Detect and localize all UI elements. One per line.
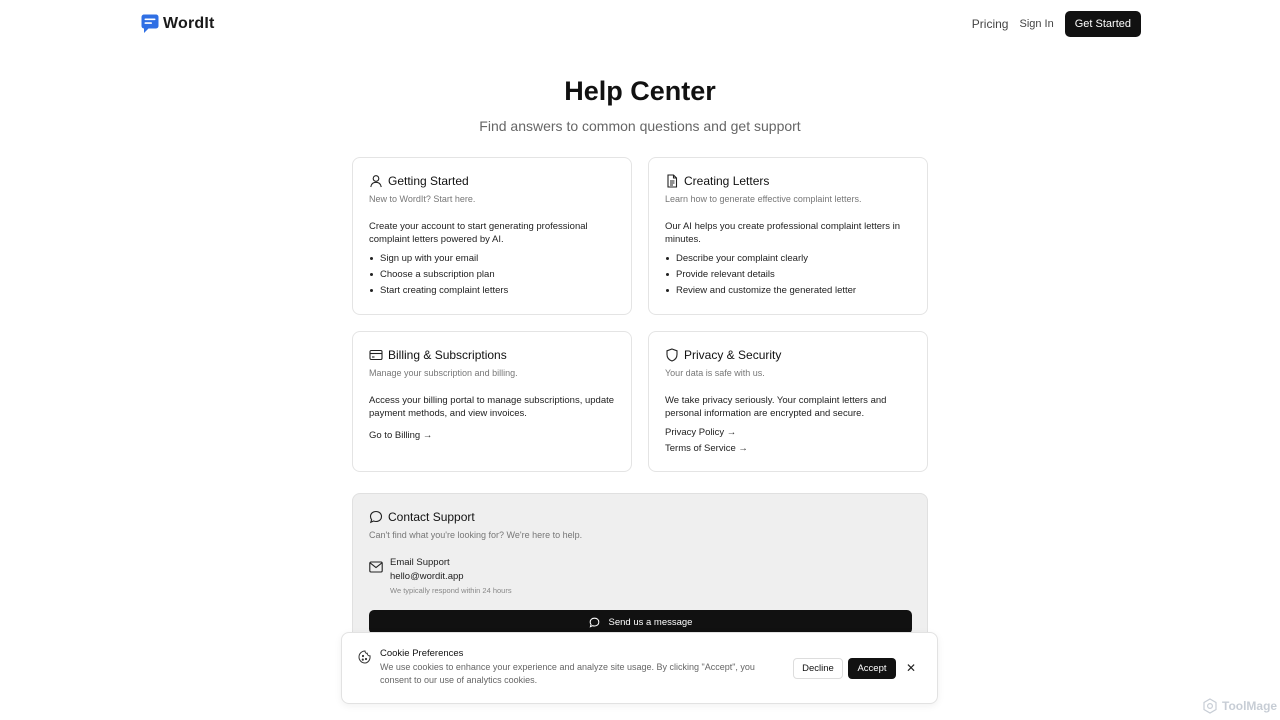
shield-icon bbox=[666, 348, 678, 362]
site-header: WordIt Pricing Sign In Get Started bbox=[0, 0, 1280, 48]
send-message-button[interactable]: Send us a message bbox=[369, 610, 912, 634]
get-started-button[interactable]: Get Started bbox=[1064, 11, 1141, 37]
credit-card-icon bbox=[369, 349, 383, 361]
cookie-text: We use cookies to enhance your experienc… bbox=[380, 662, 755, 685]
response-time-note: We typically respond within 24 hours bbox=[390, 586, 512, 595]
contact-support-panel: Contact Support Can't find what you're l… bbox=[352, 493, 928, 643]
list-item: Review and customize the generated lette… bbox=[665, 283, 911, 299]
user-icon bbox=[370, 175, 382, 188]
card-title: Creating Letters bbox=[684, 174, 770, 188]
card-body: Create your account to start generating … bbox=[369, 221, 588, 245]
card-privacy-security: Privacy & Security Your data is safe wit… bbox=[648, 331, 928, 472]
card-list: Sign up with your email Choose a subscri… bbox=[369, 251, 615, 299]
list-item: Start creating complaint letters bbox=[369, 283, 615, 299]
cookie-banner: Cookie Preferences We use cookies to enh… bbox=[341, 632, 938, 704]
card-title: Getting Started bbox=[388, 174, 469, 188]
privacy-policy-link[interactable]: Privacy Policy → bbox=[665, 425, 911, 441]
card-links: Privacy Policy → Terms of Service → bbox=[665, 425, 911, 457]
card-description: Learn how to generate effective complain… bbox=[665, 194, 862, 204]
card-description: Manage your subscription and billing. bbox=[369, 368, 518, 378]
card-title: Privacy & Security bbox=[684, 348, 782, 362]
send-message-label: Send us a message bbox=[608, 616, 693, 628]
email-support-title: Email Support bbox=[390, 557, 450, 568]
card-billing-subscriptions: Billing & Subscriptions Manage your subs… bbox=[352, 331, 632, 472]
chat-bubble-icon bbox=[589, 617, 599, 628]
card-title: Billing & Subscriptions bbox=[388, 348, 507, 362]
cookie-icon bbox=[358, 650, 371, 664]
card-list: Describe your complaint clearly Provide … bbox=[665, 251, 911, 299]
card-creating-letters: Creating Letters Learn how to generate e… bbox=[648, 157, 928, 315]
decline-cookies-button[interactable]: Decline bbox=[793, 658, 843, 679]
logo-link[interactable]: WordIt bbox=[141, 14, 215, 34]
page-subtitle: Find answers to common questions and get… bbox=[479, 118, 801, 134]
watermark-text: ToolMage bbox=[1222, 699, 1278, 713]
nav-pricing-link[interactable]: Pricing bbox=[972, 17, 1009, 31]
gear-logo-icon bbox=[1203, 698, 1217, 714]
card-getting-started: Getting Started New to WordIt? Start her… bbox=[352, 157, 632, 315]
logo-text: WordIt bbox=[163, 15, 215, 32]
list-item: Describe your complaint clearly bbox=[665, 251, 911, 267]
terms-of-service-link[interactable]: Terms of Service → bbox=[665, 441, 911, 457]
nav-sign-in-link[interactable]: Sign In bbox=[1019, 18, 1053, 30]
cookie-title: Cookie Preferences bbox=[380, 648, 464, 659]
watermark: ToolMage bbox=[1202, 698, 1277, 714]
list-item: Sign up with your email bbox=[369, 251, 615, 267]
card-description: New to WordIt? Start here. bbox=[369, 194, 476, 204]
chat-bubble-logo-icon bbox=[141, 14, 159, 33]
chat-bubble-icon bbox=[369, 510, 383, 524]
list-item: Choose a subscription plan bbox=[369, 267, 615, 283]
email-address[interactable]: hello@wordit.app bbox=[390, 571, 512, 582]
go-to-billing-link[interactable]: Go to Billing → bbox=[369, 428, 615, 444]
support-description: Can't find what you're looking for? We'r… bbox=[369, 530, 583, 540]
support-title: Contact Support bbox=[388, 510, 475, 524]
page-title: Help Center bbox=[564, 76, 716, 106]
close-icon[interactable]: ✕ bbox=[904, 660, 918, 676]
card-description: Your data is safe with us. bbox=[665, 368, 765, 378]
document-icon bbox=[667, 174, 678, 188]
mail-icon bbox=[369, 561, 383, 573]
card-body: Access your billing portal to manage sub… bbox=[369, 395, 615, 419]
card-body: We take privacy seriously. Your complain… bbox=[665, 395, 887, 419]
accept-cookies-button[interactable]: Accept bbox=[848, 658, 896, 679]
top-nav: Pricing Sign In Get Started bbox=[972, 11, 1141, 37]
list-item: Provide relevant details bbox=[665, 267, 911, 283]
card-body: Our AI helps you create professional com… bbox=[665, 221, 900, 245]
email-support-block: Email Support hello@wordit.app We typica… bbox=[369, 557, 911, 595]
